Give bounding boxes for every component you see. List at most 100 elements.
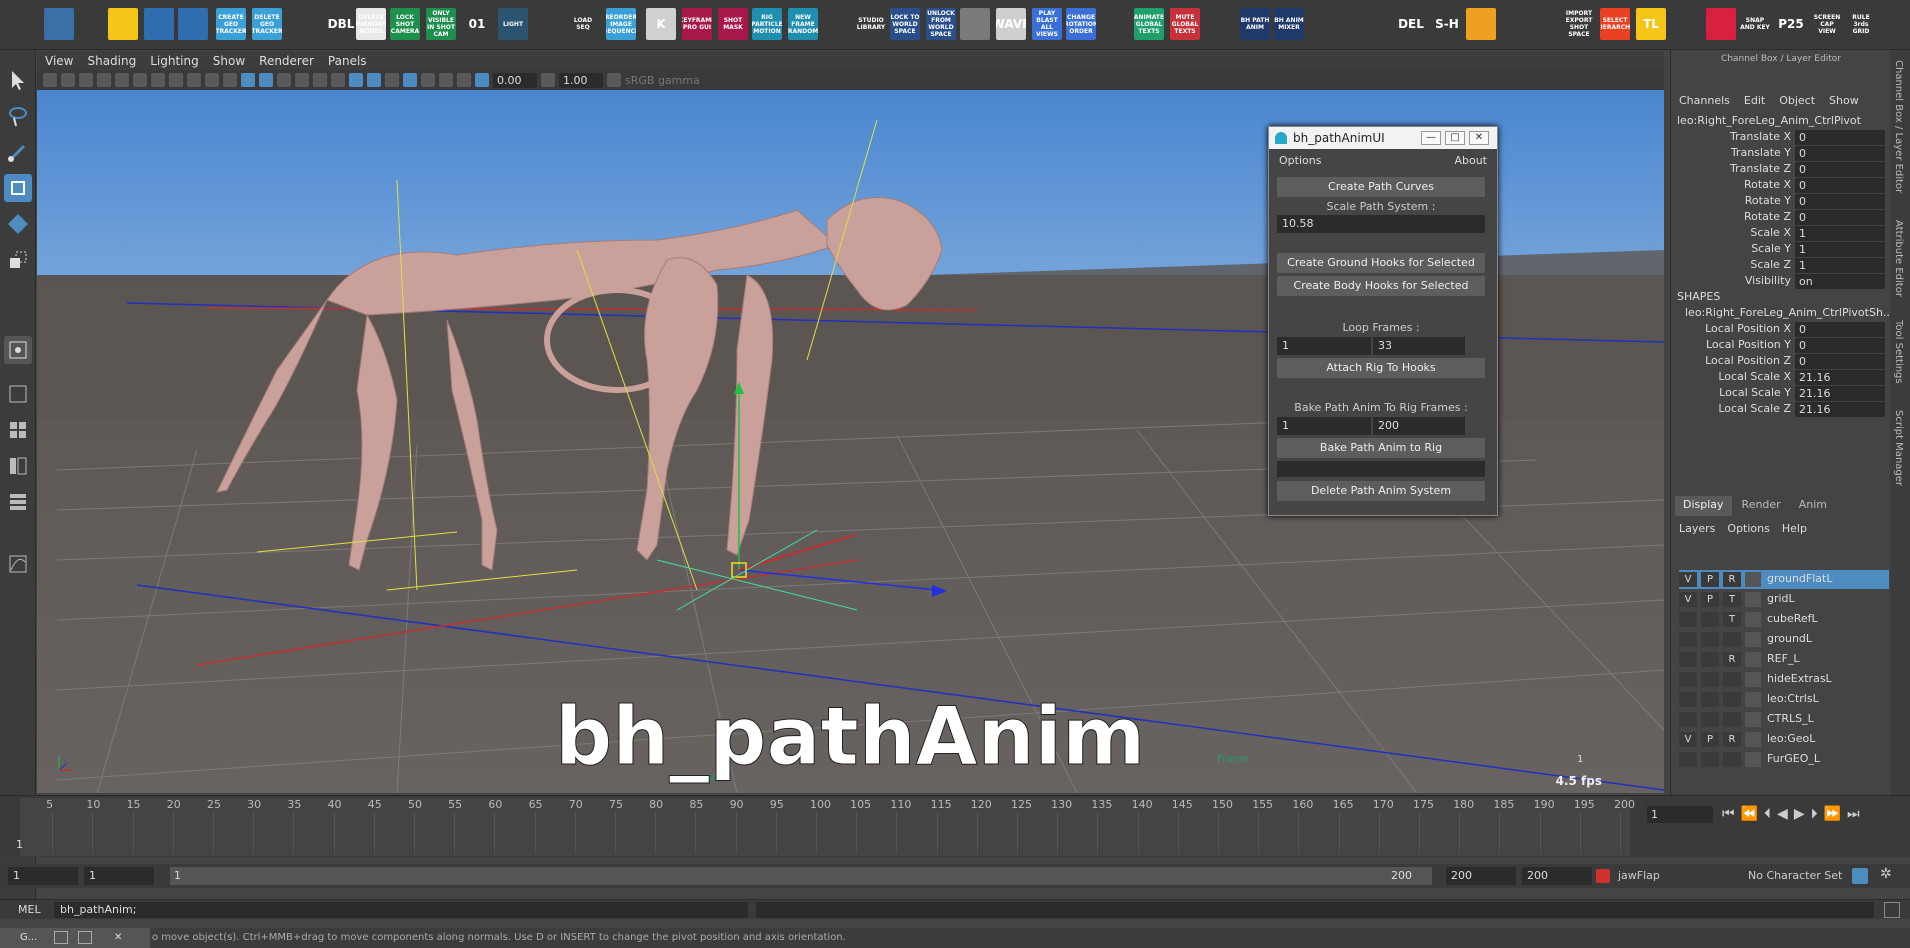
layout-side-icon[interactable] xyxy=(4,452,32,480)
channel-attr-value[interactable]: 0 xyxy=(1795,210,1885,225)
layer-color-swatch[interactable] xyxy=(1745,692,1761,707)
shape-attr-row[interactable]: Local Scale Y 21.16 xyxy=(1671,386,1891,402)
layer-row[interactable]: groundL xyxy=(1679,630,1889,649)
color-management-icon[interactable] xyxy=(607,73,621,87)
side-tab-script-manager[interactable]: Script Manager xyxy=(1893,410,1904,486)
layer-display-type-toggle[interactable]: T xyxy=(1723,612,1741,627)
exposure-icon[interactable] xyxy=(475,73,489,87)
layer-playback-toggle[interactable] xyxy=(1701,652,1719,667)
layer-visibility-toggle[interactable]: V xyxy=(1679,572,1697,587)
menu-help[interactable]: Help xyxy=(1782,522,1807,535)
shelf-button[interactable]: RULE 3rds GRID xyxy=(1846,8,1876,40)
current-frame-field[interactable]: 1 xyxy=(1647,806,1713,823)
shape-attr-row[interactable]: Local Position X 0 xyxy=(1671,322,1891,338)
end-frame-field[interactable]: 200 xyxy=(1446,867,1516,885)
restore-down-icon[interactable] xyxy=(54,931,68,944)
layer-name[interactable]: REF_L xyxy=(1767,652,1800,665)
gate-mask-icon[interactable] xyxy=(169,73,183,87)
layer-color-swatch[interactable] xyxy=(1745,612,1761,627)
image-plane-icon[interactable] xyxy=(97,73,111,87)
channel-attr-row[interactable]: Translate Z 0 xyxy=(1671,162,1891,178)
layer-visibility-toggle[interactable] xyxy=(1679,652,1697,667)
shelf-button[interactable]: 01 xyxy=(462,8,492,40)
xray-joints-icon[interactable] xyxy=(439,73,453,87)
layer-name[interactable]: leo:GeoL xyxy=(1767,732,1815,745)
shape-attr-row[interactable]: Local Position Z 0 xyxy=(1671,354,1891,370)
field-chart-icon[interactable] xyxy=(187,73,201,87)
shape-attr-value[interactable]: 0 xyxy=(1795,322,1885,337)
viewport-menu-shading[interactable]: Shading xyxy=(87,54,136,68)
ground-hooks-button[interactable]: Create Ground Hooks for Selected xyxy=(1277,253,1485,273)
shelf-button[interactable]: K xyxy=(646,8,676,40)
auto-key-icon[interactable] xyxy=(1852,868,1868,884)
viewport-menu-panels[interactable]: Panels xyxy=(328,54,367,68)
menu-object[interactable]: Object xyxy=(1779,94,1815,107)
timeline-ticks[interactable]: 5 10 15 20 25 30 35 40 45 50 55 60 65 70 75 80 85 90 95 100… xyxy=(16,798,1635,856)
camera-select-icon[interactable] xyxy=(43,73,57,87)
layer-color-swatch[interactable] xyxy=(1745,672,1761,687)
side-tab-channel-box[interactable]: Channel Box / Layer Editor xyxy=(1893,60,1904,193)
shelf-button[interactable]: SNAP AND KEY xyxy=(1740,8,1770,40)
layer-row[interactable]: V P TgridL xyxy=(1679,590,1889,609)
layer-display-type-toggle[interactable] xyxy=(1723,632,1741,647)
shelf-button[interactable]: DELETE GEO TRACKER xyxy=(252,8,282,40)
safe-action-icon[interactable] xyxy=(205,73,219,87)
shape-attr-row[interactable]: Local Position Y 0 xyxy=(1671,338,1891,354)
xray-components-icon[interactable] xyxy=(457,73,471,87)
current-frame-marker[interactable]: 1 xyxy=(16,838,23,851)
anti-alias-icon[interactable] xyxy=(385,73,399,87)
shelf-button[interactable] xyxy=(44,8,74,40)
shape-attr-value[interactable]: 0 xyxy=(1795,338,1885,353)
layer-row[interactable]: FurGEO_L xyxy=(1679,750,1889,769)
node-name[interactable]: leo:Right_ForeLeg_Anim_CtrlPivot xyxy=(1677,114,1861,127)
layer-row[interactable]: CTRLS_L xyxy=(1679,710,1889,729)
shelf-button[interactable] xyxy=(1706,8,1736,40)
layer-playback-toggle[interactable]: P xyxy=(1701,592,1719,607)
shadows-icon[interactable] xyxy=(331,73,345,87)
shelf-button[interactable]: LOCK SHOT CAMERA xyxy=(390,8,420,40)
channel-attr-value[interactable]: 0 xyxy=(1795,162,1885,177)
bookmark-icon[interactable] xyxy=(79,73,93,87)
menu-channels[interactable]: Channels xyxy=(1679,94,1730,107)
channel-attr-row[interactable]: Visibility on xyxy=(1671,274,1891,290)
step-back-key-icon[interactable]: ⏪ xyxy=(1741,806,1758,822)
shelf-button[interactable] xyxy=(178,8,208,40)
layer-display-type-toggle[interactable] xyxy=(1723,712,1741,727)
layer-color-swatch[interactable] xyxy=(1745,632,1761,647)
layout-single-icon[interactable] xyxy=(4,380,32,408)
gamma-field[interactable]: 1.00 xyxy=(559,72,603,88)
layer-visibility-toggle[interactable] xyxy=(1679,612,1697,627)
viewport-menu-lighting[interactable]: Lighting xyxy=(150,54,199,68)
layer-visibility-toggle[interactable] xyxy=(1679,632,1697,647)
layer-row[interactable]: leo:CtrlsL xyxy=(1679,690,1889,709)
paint-tool-icon[interactable] xyxy=(4,138,32,166)
layer-name[interactable]: cubeRefL xyxy=(1767,612,1818,625)
layer-display-type-toggle[interactable] xyxy=(1723,672,1741,687)
channel-attr-row[interactable]: Rotate X 0 xyxy=(1671,178,1891,194)
bake-path-anim-button[interactable]: Bake Path Anim to Rig xyxy=(1277,438,1485,458)
shelf-button[interactable]: LIGHT xyxy=(498,8,528,40)
exposure-field[interactable]: 0.00 xyxy=(493,72,537,88)
shape-attr-value[interactable]: 21.16 xyxy=(1795,370,1885,385)
shelf-button[interactable] xyxy=(1672,8,1702,40)
motion-blur-icon[interactable] xyxy=(367,73,381,87)
layer-display-type-toggle[interactable]: T xyxy=(1723,592,1741,607)
shelf-button[interactable]: NEW FRAME RANDOM xyxy=(788,8,818,40)
layer-row[interactable]: R REF_L xyxy=(1679,650,1889,669)
shelf-button[interactable] xyxy=(1322,8,1352,40)
play-forward-icon[interactable]: ▶ xyxy=(1794,806,1805,822)
wireframe-icon[interactable] xyxy=(241,73,255,87)
shape-node-name[interactable]: leo:Right_ForeLeg_Anim_CtrlPivotSh... xyxy=(1685,306,1893,319)
layer-display-type-toggle[interactable] xyxy=(1723,692,1741,707)
lasso-tool-icon[interactable] xyxy=(4,102,32,130)
shelf-button[interactable]: BH PATH ANIM xyxy=(1240,8,1270,40)
channel-attr-value[interactable]: 0 xyxy=(1795,194,1885,209)
character-set-dropdown[interactable]: No Character Set xyxy=(1748,867,1842,885)
create-path-curves-button[interactable]: Create Path Curves xyxy=(1277,177,1485,197)
shelf-button[interactable]: DBL xyxy=(326,8,356,40)
shelf-button[interactable]: PLAY BLAST ALL VIEWS xyxy=(1032,8,1062,40)
channel-attr-value[interactable]: 0 xyxy=(1795,178,1885,193)
layer-playback-toggle[interactable]: P xyxy=(1701,732,1719,747)
gamma-icon[interactable] xyxy=(541,73,555,87)
viewport-menu-view[interactable]: View xyxy=(45,54,73,68)
